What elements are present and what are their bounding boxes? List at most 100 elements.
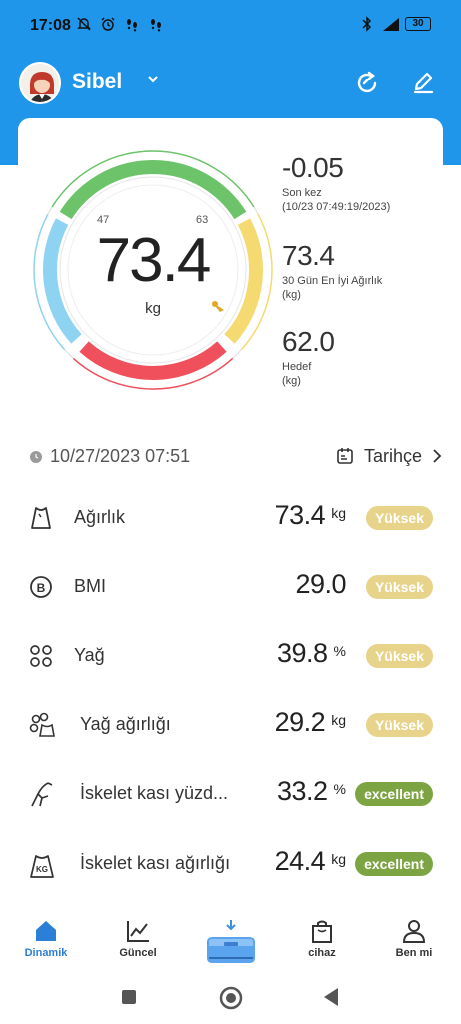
- nav-cihaz[interactable]: cihaz: [282, 918, 362, 959]
- nav-dinamik[interactable]: Dinamik: [6, 918, 86, 959]
- stat-last-change: -0.05 Son kez (10/23 07:49:19/2023): [282, 152, 390, 214]
- nav-label: cihaz: [308, 947, 336, 959]
- metric-row-fat[interactable]: Yağ 39.8% Yüksek: [0, 630, 461, 686]
- nav-guncel[interactable]: Güncel: [98, 918, 178, 959]
- metric-unit: %: [333, 781, 346, 797]
- skeletal-muscle-icon: [28, 780, 54, 808]
- measurement-row: 10/27/2023 07:51 Tarihçe: [30, 443, 442, 471]
- home-button-icon[interactable]: [219, 986, 243, 1015]
- bluetooth-icon: [357, 14, 377, 34]
- history-icon[interactable]: [336, 447, 354, 465]
- status-badge: Yüksek: [365, 575, 433, 599]
- metric-label: İskelet kası ağırlığı: [80, 853, 231, 873]
- status-badge: excellent: [355, 852, 433, 876]
- nav-label: Güncel: [119, 947, 157, 959]
- stat-sublabel: (kg): [282, 289, 301, 301]
- metric-label: Yağ ağırlığı: [80, 714, 171, 734]
- svg-text:B: B: [37, 581, 46, 595]
- chevron-right-icon[interactable]: [430, 448, 444, 464]
- metric-row-bmi[interactable]: B BMI 29.0 Yüksek: [0, 561, 461, 617]
- battery-level: 30: [412, 18, 424, 29]
- metric-row-weight[interactable]: Ağırlık 73.4 kg Yüksek: [0, 492, 461, 548]
- weight-icon: [28, 504, 54, 532]
- metric-label: BMI: [74, 576, 107, 596]
- history-link[interactable]: Tarihçe: [364, 446, 422, 467]
- metric-row-fat-weight[interactable]: Yağ ağırlığı 29.2 kg Yüksek: [0, 699, 461, 755]
- home-icon: [36, 921, 56, 941]
- metric-value: 29.2 kg: [275, 707, 346, 738]
- stat-goal: 62.0 Hedef (kg): [282, 326, 335, 388]
- metric-number: 29.2: [274, 707, 326, 737]
- status-badge: Yüksek: [365, 713, 433, 737]
- stat-value: 62.0: [282, 326, 335, 357]
- stat-label: Son kez: [282, 187, 322, 199]
- battery-icon: 30: [405, 17, 431, 31]
- stat-sublabel: (kg): [282, 375, 301, 387]
- metric-number: 73.4: [274, 500, 326, 530]
- edit-icon[interactable]: [410, 70, 436, 96]
- user-name[interactable]: Sibel: [72, 70, 122, 94]
- status-icons-right: 30: [357, 14, 431, 34]
- metric-value: 73.4 kg: [275, 500, 346, 531]
- footsteps-icon: [122, 14, 142, 34]
- bell-off-icon: [74, 14, 94, 34]
- metric-number: 33.2: [276, 776, 328, 806]
- gauge-arc-red: [79, 341, 227, 380]
- avatar[interactable]: [19, 62, 61, 104]
- metric-value: 29.0: [295, 569, 346, 600]
- stat-label: Hedef: [282, 361, 312, 373]
- metric-unit: kg: [331, 712, 346, 728]
- nav-scale[interactable]: [200, 912, 262, 970]
- signal-icon: [381, 14, 401, 34]
- nav-label: Ben mi: [395, 947, 433, 959]
- bag-icon: [312, 920, 332, 943]
- fat-weight-icon: [28, 711, 55, 739]
- status-badge: excellent: [355, 782, 433, 806]
- person-icon: [402, 920, 426, 943]
- measurement-datetime: 10/27/2023 07:51: [50, 446, 191, 466]
- nav-ben-mi[interactable]: Ben mi: [374, 918, 454, 959]
- gauge-arc-green: [59, 160, 247, 220]
- chart-icon: [127, 921, 149, 942]
- metric-value: 24.4 kg: [275, 846, 346, 877]
- recents-icon[interactable]: [121, 989, 137, 1010]
- stat-label: 30 Gün En İyi Ağırlık: [282, 275, 383, 287]
- metric-row-skeletal-muscle-weight[interactable]: KG İskelet kası ağırlığı 24.4 kg excellen…: [0, 838, 461, 894]
- metric-unit: kg: [331, 505, 346, 521]
- fat-icon: [28, 642, 54, 670]
- current-weight: 73.4: [96, 226, 212, 295]
- metric-label: Yağ: [74, 645, 105, 665]
- status-badge: Yüksek: [365, 506, 433, 530]
- app-header: Sibel: [0, 58, 461, 108]
- metric-value: 39.8%: [277, 638, 346, 669]
- status-badge: Yüksek: [365, 644, 433, 668]
- alarm-icon: [98, 14, 118, 34]
- scale-icon: [207, 920, 255, 963]
- metric-unit: %: [333, 643, 346, 659]
- metric-number: 29.0: [295, 569, 346, 599]
- nav-label: Dinamik: [24, 947, 68, 959]
- stat-best-weight: 73.4 30 Gün En İyi Ağırlık (kg): [282, 240, 382, 302]
- svg-text:KG: KG: [36, 865, 48, 874]
- chevron-down-icon[interactable]: [146, 72, 160, 86]
- current-weight-unit: kg: [145, 300, 161, 317]
- footsteps-icon: [146, 14, 166, 34]
- bottom-nav: Dinamik Güncel cihaz Ben mi: [0, 912, 461, 974]
- clock-icon: [30, 450, 42, 463]
- metric-label: Ağırlık: [74, 507, 126, 527]
- bmi-icon: B: [28, 573, 54, 601]
- stat-value: -0.05: [282, 152, 344, 183]
- metric-unit: kg: [331, 851, 346, 867]
- back-icon[interactable]: [322, 987, 340, 1012]
- refresh-icon[interactable]: [354, 70, 380, 96]
- stat-value: 73.4: [282, 240, 335, 271]
- gauge-pointer-icon: [210, 298, 228, 316]
- metric-value: 33.2%: [277, 776, 346, 807]
- status-bar: 17:08 30: [0, 0, 461, 50]
- system-nav-bar: [0, 974, 461, 1024]
- metric-label: İskelet kası yüzd...: [80, 783, 229, 803]
- stat-sublabel: (10/23 07:49:19/2023): [282, 201, 391, 213]
- metric-row-skeletal-muscle[interactable]: İskelet kası yüzd... 33.2% excellent: [0, 768, 461, 824]
- metric-number: 39.8: [276, 638, 328, 668]
- skeletal-muscle-weight-icon: KG: [28, 850, 54, 878]
